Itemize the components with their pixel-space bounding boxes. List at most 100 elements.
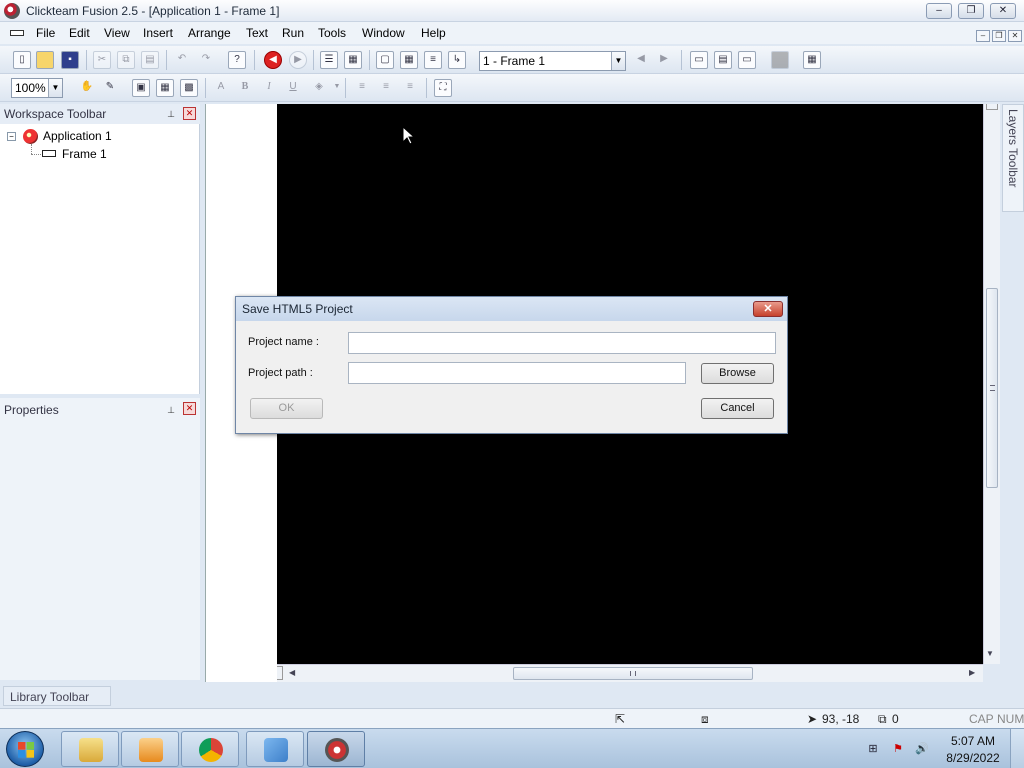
chevron-down-icon[interactable]: ▼ [48, 79, 62, 97]
mdi-close-button[interactable]: ✕ [1008, 30, 1022, 42]
event-editor-icon[interactable]: ▦ [400, 51, 418, 69]
close-button[interactable]: ✕ [990, 3, 1016, 19]
scroll-left-icon[interactable]: ◀ [289, 668, 295, 677]
network-icon[interactable]: ⊞ [866, 742, 880, 756]
fill-color-icon[interactable]: ◈ [310, 79, 328, 97]
project-name-input[interactable] [348, 332, 776, 354]
stop-icon[interactable] [771, 51, 789, 69]
back-icon[interactable]: ◀ [264, 51, 282, 69]
taskbar-media-player[interactable] [121, 731, 179, 767]
restore-button[interactable]: ❐ [958, 3, 984, 19]
menu-run[interactable]: Run [282, 26, 304, 40]
data-elements-icon[interactable]: ↳ [448, 51, 466, 69]
cut-icon[interactable]: ✂ [93, 51, 111, 69]
snap-grid-icon[interactable]: ▦ [156, 79, 174, 97]
clock-date[interactable]: 8/29/2022 [944, 751, 1002, 765]
mdi-restore-button[interactable]: ❐ [992, 30, 1006, 42]
previous-frame-icon[interactable]: ◀ [632, 51, 650, 69]
hand-tool-icon[interactable]: ✋ [78, 79, 96, 97]
event-list-editor-icon[interactable]: ≡ [424, 51, 442, 69]
run-frame-icon[interactable]: ▤ [714, 51, 732, 69]
layout-editor-icon[interactable]: ▢ [376, 51, 394, 69]
undo-icon[interactable]: ↶ [173, 51, 191, 69]
forward-icon[interactable]: ▶ [289, 51, 307, 69]
dialog-close-button[interactable]: ✕ [753, 301, 783, 317]
run-application-icon[interactable]: ▭ [690, 51, 708, 69]
taskbar-explorer[interactable] [61, 731, 119, 767]
redo-icon[interactable]: ↷ [197, 51, 215, 69]
save-icon[interactable]: ▪ [61, 51, 79, 69]
taskbar-chrome[interactable] [181, 731, 239, 767]
caps-lock-indicator: CAP [969, 712, 994, 726]
volume-icon[interactable]: 🔊 [915, 742, 929, 756]
menu-view[interactable]: View [104, 26, 130, 40]
bold-button[interactable]: B [236, 79, 254, 97]
object-count: 0 [892, 712, 899, 726]
grid-setup-icon[interactable]: ▩ [180, 79, 198, 97]
tree-item-application[interactable]: Application 1 [43, 129, 112, 143]
vertical-scroll-thumb[interactable] [986, 288, 998, 488]
menu-insert[interactable]: Insert [143, 26, 173, 40]
build-and-run-icon[interactable]: ▦ [803, 51, 821, 69]
font-icon[interactable]: A [212, 79, 230, 97]
pin-icon[interactable]: ⊥ [166, 109, 176, 119]
workspace-close-icon[interactable]: ✕ [183, 107, 196, 120]
vertical-scrollbar[interactable]: ▼ [983, 104, 1000, 664]
menu-file[interactable]: File [36, 26, 55, 40]
properties-close-icon[interactable]: ✕ [183, 402, 196, 415]
workspace-tree: − Application 1 Frame 1 [0, 124, 200, 394]
scroll-right-icon[interactable]: ▶ [969, 668, 975, 677]
align-center-icon[interactable]: ≡ [377, 79, 395, 97]
cancel-button[interactable]: Cancel [701, 398, 774, 419]
browse-button[interactable]: Browse [701, 363, 774, 384]
underline-button[interactable]: U [284, 79, 302, 97]
align-left-icon[interactable]: ≡ [353, 79, 371, 97]
edit-tool-icon[interactable]: ✎ [101, 79, 119, 97]
new-file-icon[interactable]: ▯ [13, 51, 31, 69]
title-bar: Clickteam Fusion 2.5 - [Application 1 - … [0, 0, 1024, 22]
align-right-icon[interactable]: ≡ [401, 79, 419, 97]
build-icon[interactable]: ▭ [738, 51, 756, 69]
copy-icon[interactable]: ⧉ [117, 51, 135, 69]
clock-time[interactable]: 5:07 AM [944, 734, 1002, 748]
taskbar-clickteam-fusion[interactable] [307, 731, 365, 767]
scroll-down-icon[interactable]: ▼ [986, 649, 994, 658]
storyboard-editor-icon[interactable]: ☰ [320, 51, 338, 69]
chevron-down-icon[interactable]: ▼ [328, 79, 346, 97]
pin-icon[interactable]: ⊥ [166, 405, 176, 415]
show-grid-icon[interactable]: ▣ [132, 79, 150, 97]
minimize-button[interactable]: – [926, 3, 952, 19]
menu-arrange[interactable]: Arrange [188, 26, 231, 40]
zoom-select[interactable]: 100% ▼ [11, 78, 63, 98]
menu-edit[interactable]: Edit [69, 26, 90, 40]
paste-icon[interactable]: ▤ [141, 51, 159, 69]
app-icon[interactable] [4, 3, 20, 19]
frame-select[interactable]: 1 - Frame 1 ▼ [479, 51, 626, 71]
menu-tools[interactable]: Tools [318, 26, 346, 40]
ok-button[interactable]: OK [250, 398, 323, 419]
show-desktop-button[interactable] [1010, 729, 1024, 768]
collapse-icon[interactable]: − [7, 132, 16, 141]
horizontal-scroll-thumb[interactable] [513, 667, 753, 680]
menu-help[interactable]: Help [421, 26, 446, 40]
next-frame-icon[interactable]: ▶ [655, 51, 673, 69]
action-center-icon[interactable]: ⚑ [891, 742, 905, 756]
menu-window[interactable]: Window [362, 26, 405, 40]
italic-button[interactable]: I [260, 79, 278, 97]
project-path-input[interactable] [348, 362, 686, 384]
menu-text[interactable]: Text [246, 26, 268, 40]
mdi-minimize-button[interactable]: – [976, 30, 990, 42]
chevron-down-icon[interactable]: ▼ [611, 52, 625, 70]
taskbar-control-panel[interactable] [246, 731, 304, 767]
fit-frame-icon[interactable]: ⛶ [434, 79, 452, 97]
help-icon[interactable]: ? [228, 51, 246, 69]
open-folder-icon[interactable] [36, 51, 54, 69]
tree-item-frame[interactable]: Frame 1 [62, 147, 107, 161]
system-menu-icon[interactable] [10, 30, 24, 36]
layers-toolbar-tab[interactable]: Layers Toolbar [1002, 104, 1024, 212]
start-button[interactable] [6, 731, 44, 767]
library-toolbar-tab[interactable]: Library Toolbar [3, 686, 111, 706]
horizontal-scrollbar[interactable]: ◀ ▶ [277, 664, 983, 682]
selection-icon: ⧈ [701, 712, 709, 726]
frame-editor-icon[interactable]: ▦ [344, 51, 362, 69]
